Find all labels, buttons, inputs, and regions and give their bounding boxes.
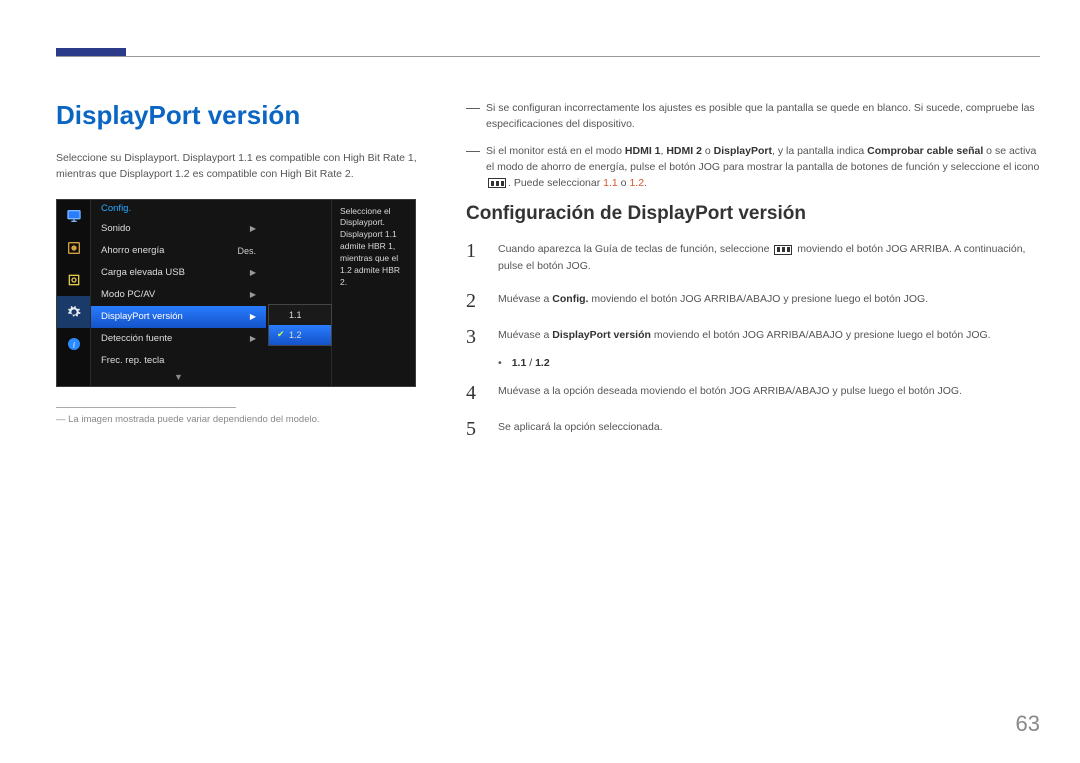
page-content: DisplayPort versión Seleccione su Displa… [56, 100, 1040, 439]
note-text: Si el monitor está en el modo HDMI 1, HD… [486, 143, 1040, 192]
step-number: 4 [466, 383, 484, 403]
target-icon[interactable] [57, 264, 90, 296]
osd-tab-icons: i [57, 200, 91, 386]
footnote-text: ― La imagen mostrada puede variar depend… [56, 414, 426, 425]
osd-header: Config. [91, 200, 266, 218]
osd-item-sonido[interactable]: Sonido ▶ [91, 218, 266, 240]
info-icon[interactable]: i [57, 328, 90, 360]
osd-info-panel: Seleccione el Displayport. Displayport 1… [331, 200, 415, 386]
osd-sub-label: 1.1 [289, 310, 302, 320]
step-text: Cuando aparezca la Guía de teclas de fun… [498, 241, 1040, 275]
check-icon: ✔ [277, 329, 285, 340]
step-text: Muévase a DisplayPort versión moviendo e… [498, 327, 1040, 344]
osd-panel: i Config. Sonido ▶ Ahorro energía Des. C… [56, 199, 416, 387]
dash-icon: ― [466, 100, 480, 133]
chevron-right-icon: ▶ [250, 290, 256, 299]
note-2: ― Si el monitor está en el modo HDMI 1, … [466, 143, 1040, 192]
step-text: Muévase a Config. moviendo el botón JOG … [498, 291, 1040, 308]
step-number: 2 [466, 291, 484, 311]
osd-sub-11[interactable]: 1.1 [269, 305, 331, 325]
dash-icon: ― [466, 143, 480, 192]
header-accent-bar [56, 48, 126, 56]
monitor-icon[interactable] [57, 200, 90, 232]
note-text: Si se configuran incorrectamente los aju… [486, 100, 1040, 133]
right-column: ― Si se configuran incorrectamente los a… [466, 100, 1040, 439]
step-number: 3 [466, 327, 484, 347]
osd-item-value: Des. [237, 246, 256, 256]
osd-item-label: Sonido [101, 223, 131, 234]
step-text: Se aplicará la opción seleccionada. [498, 419, 1040, 436]
step-4: 4 Muévase a la opción deseada moviendo e… [466, 383, 1040, 403]
chevron-right-icon: ▶ [250, 312, 256, 321]
bullet-options: • 1.1 / 1.2 [498, 357, 1040, 369]
page-title: DisplayPort versión [56, 100, 426, 131]
osd-item-label: DisplayPort versión [101, 311, 183, 322]
step-5: 5 Se aplicará la opción seleccionada. [466, 419, 1040, 439]
osd-item-label: Detección fuente [101, 333, 172, 344]
chevron-right-icon: ▶ [250, 268, 256, 277]
step-list: 1 Cuando aparezca la Guía de teclas de f… [466, 241, 1040, 439]
chevron-down-icon[interactable]: ▼ [91, 372, 266, 386]
step-text: Muévase a la opción deseada moviendo el … [498, 383, 1040, 400]
header-rule [56, 56, 1040, 57]
osd-item-deteccion[interactable]: Detección fuente ▶ [91, 328, 266, 350]
intro-text: Seleccione su Displayport. Displayport 1… [56, 151, 426, 183]
osd-item-label: Modo PC/AV [101, 289, 155, 300]
osd-item-label: Carga elevada USB [101, 267, 185, 278]
gear-icon[interactable] [57, 296, 90, 328]
osd-sub-label: 1.2 [289, 330, 302, 340]
osd-item-frecrep[interactable]: Frec. rep. tecla [91, 350, 266, 372]
osd-item-carga[interactable]: Carga elevada USB ▶ [91, 262, 266, 284]
footnote-content: La imagen mostrada puede variar dependie… [68, 414, 319, 425]
bullet-icon: • [498, 357, 502, 369]
step-2: 2 Muévase a Config. moviendo el botón JO… [466, 291, 1040, 311]
page-number: 63 [1016, 711, 1040, 737]
osd-item-ahorro[interactable]: Ahorro energía Des. [91, 240, 266, 262]
step-number: 1 [466, 241, 484, 261]
menu-icon [488, 178, 506, 188]
step-number: 5 [466, 419, 484, 439]
chevron-right-icon: ▶ [250, 224, 256, 233]
osd-item-displayport[interactable]: DisplayPort versión ▶ [91, 306, 266, 328]
menu-icon [774, 245, 792, 255]
note-1: ― Si se configuran incorrectamente los a… [466, 100, 1040, 133]
osd-menu-list: Config. Sonido ▶ Ahorro energía Des. Car… [91, 200, 266, 386]
osd-item-label: Frec. rep. tecla [101, 355, 164, 366]
left-column: DisplayPort versión Seleccione su Displa… [56, 100, 426, 439]
section-heading: Configuración de DisplayPort versión [466, 203, 1040, 225]
step-3: 3 Muévase a DisplayPort versión moviendo… [466, 327, 1040, 347]
picture-icon[interactable] [57, 232, 90, 264]
chevron-right-icon: ▶ [250, 334, 256, 343]
step-1: 1 Cuando aparezca la Guía de teclas de f… [466, 241, 1040, 275]
osd-submenu: 1.1 ✔ 1.2 [268, 304, 332, 346]
osd-item-pcav[interactable]: Modo PC/AV ▶ [91, 284, 266, 306]
footnote-rule [56, 407, 236, 408]
osd-item-label: Ahorro energía [101, 245, 164, 256]
osd-sub-12[interactable]: ✔ 1.2 [269, 325, 331, 345]
